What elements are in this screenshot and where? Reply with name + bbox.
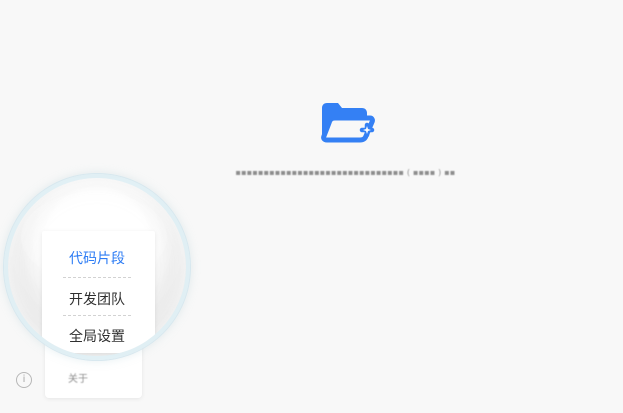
menu-item-global-settings[interactable]: 全局设置 bbox=[63, 322, 131, 350]
menu-item-dev-team[interactable]: 开发团队 bbox=[63, 285, 131, 313]
menu-divider bbox=[63, 277, 131, 278]
empty-state: ▪▪▪▪▪▪▪▪▪▪▪▪▪▪▪▪▪▪▪▪▪▪▪▪▪▪▪▪▪▪ ( ▪▪▪▪ ) … bbox=[0, 98, 623, 178]
app-canvas: ▪▪▪▪▪▪▪▪▪▪▪▪▪▪▪▪▪▪▪▪▪▪▪▪▪▪▪▪▪▪ ( ▪▪▪▪ ) … bbox=[0, 0, 623, 413]
info-icon[interactable]: i bbox=[16, 372, 32, 388]
magnified-menu: 代码片段 开发团队 全局设置 bbox=[42, 231, 155, 353]
menu-item-code-snippets[interactable]: 代码片段 bbox=[63, 244, 131, 272]
menu-divider bbox=[63, 315, 131, 316]
magnifier-overlay: 代码片段 开发团队 全局设置 bbox=[4, 174, 190, 360]
empty-state-hint: ▪▪▪▪▪▪▪▪▪▪▪▪▪▪▪▪▪▪▪▪▪▪▪▪▪▪▪▪▪▪ ( ▪▪▪▪ ) … bbox=[235, 168, 456, 177]
menu-item-about[interactable]: 关于 bbox=[68, 370, 88, 385]
folder-plus-icon bbox=[320, 103, 375, 143]
